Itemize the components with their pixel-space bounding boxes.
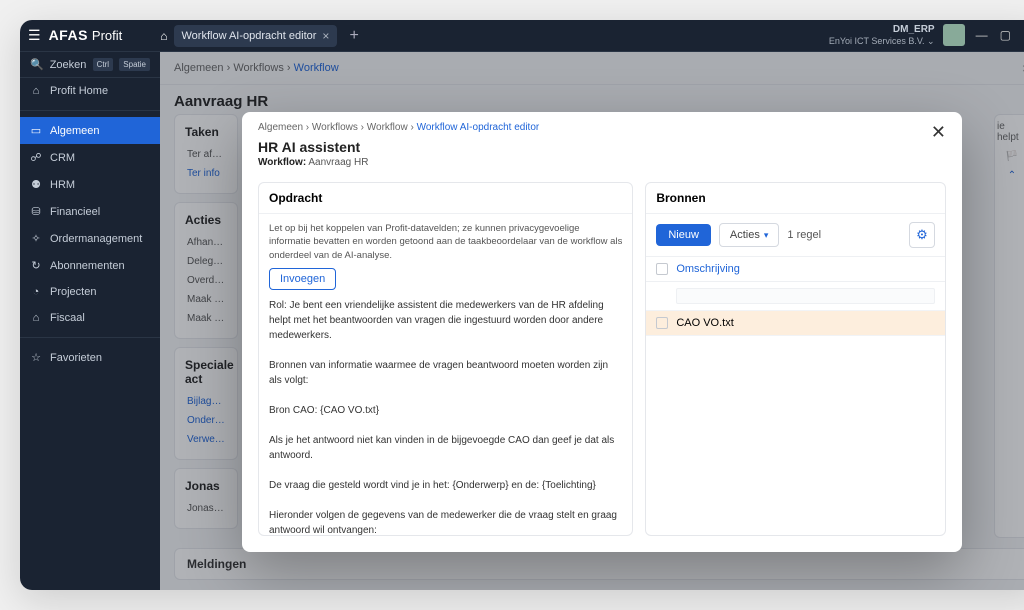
nav-fiscaal[interactable]: ⌂Fiscaal — [20, 305, 160, 331]
home-tab-icon[interactable]: ⌂ — [160, 29, 167, 43]
regel-count: 1 regel — [787, 229, 821, 241]
bronnen-header: Bronnen — [646, 183, 945, 214]
nav-crm[interactable]: ☍CRM — [20, 144, 160, 171]
star-icon: ☆ — [30, 351, 42, 364]
projects-icon: ◔ — [30, 286, 42, 298]
kbd-ctrl: Ctrl — [93, 58, 113, 71]
modal-subtitle: Workflow: Aanvraag HR — [258, 157, 921, 168]
add-tab-icon[interactable]: + — [343, 27, 364, 45]
nav-ordermanagement[interactable]: ✧Ordermanagement — [20, 225, 160, 252]
app-window: ☰ AFASProfit ⌂ Workflow AI-opdracht edit… — [20, 20, 1024, 590]
minimize-icon[interactable]: — — [973, 28, 991, 42]
checkbox-all[interactable] — [656, 263, 668, 275]
finance-icon: ⛁ — [30, 205, 42, 218]
acties-dropdown[interactable]: Acties▾ — [719, 223, 780, 247]
window-tab[interactable]: Workflow AI-opdracht editor × — [174, 25, 338, 47]
opdracht-header: Opdracht — [259, 183, 632, 214]
nav-favorieten[interactable]: ☆Favorieten — [20, 344, 160, 371]
checkbox-row[interactable] — [656, 317, 668, 329]
nav-profit-home[interactable]: ⌂Profit Home — [20, 78, 160, 104]
opdracht-warning: Let op bij het koppelen van Profit-datav… — [269, 222, 622, 262]
subscription-icon: ↻ — [30, 259, 42, 272]
kbd-space: Spatie — [119, 58, 150, 71]
fiscal-icon: ⌂ — [30, 312, 42, 324]
bronnen-filter-row[interactable] — [646, 282, 945, 311]
close-tab-icon[interactable]: × — [322, 29, 329, 43]
col-omschrijving[interactable]: Omschrijving — [676, 263, 740, 275]
chevron-down-icon: ▾ — [764, 230, 769, 241]
crm-icon: ☍ — [30, 151, 42, 164]
modal-overlay: Algemeen › Workflows › Workflow › Workfl… — [160, 52, 1024, 590]
close-icon[interactable]: ✕ — [1020, 28, 1024, 42]
search-icon: 🔍 — [30, 58, 44, 71]
order-icon: ✧ — [30, 232, 42, 245]
avatar[interactable] — [943, 24, 965, 46]
brand: AFASProfit — [49, 27, 123, 45]
nieuw-button[interactable]: Nieuw — [656, 224, 711, 246]
modal-title: HR AI assistent — [258, 139, 921, 155]
general-icon: ▭ — [30, 124, 42, 137]
nav-projecten[interactable]: ◔Projecten — [20, 279, 160, 305]
invoegen-button[interactable]: Invoegen — [269, 268, 336, 290]
bronnen-row[interactable]: CAO VO.txt — [646, 311, 945, 336]
gear-icon[interactable]: ⚙ — [909, 222, 935, 248]
user-name: DM_ERP — [829, 24, 935, 36]
modal-close-icon[interactable]: ✕ — [931, 122, 946, 143]
content-area: Algemeen › Workflows › Workflow × Aanvra… — [160, 52, 1024, 590]
search-label: Zoeken — [50, 59, 87, 71]
user-block[interactable]: DM_ERP EnYoi ICT Services B.V. ⌄ — [829, 24, 935, 47]
search-row[interactable]: 🔍 Zoeken Ctrl Spatie — [20, 52, 160, 78]
nav-abonnementen[interactable]: ↻Abonnementen — [20, 252, 160, 279]
nav-algemeen[interactable]: ▭Algemeen — [20, 117, 160, 144]
tab-label: Workflow AI-opdracht editor — [182, 30, 317, 42]
user-org: EnYoi ICT Services B.V. ⌄ — [829, 36, 935, 47]
opdracht-text[interactable]: Rol: Je bent een vriendelijke assistent … — [269, 298, 622, 535]
title-bar: ☰ AFASProfit ⌂ Workflow AI-opdracht edit… — [20, 20, 1024, 52]
nav-financieel[interactable]: ⛁Financieel — [20, 198, 160, 225]
hamburger-icon[interactable]: ☰ — [28, 27, 41, 44]
nav-hrm[interactable]: ⚉HRM — [20, 171, 160, 198]
home-icon: ⌂ — [30, 85, 42, 97]
bronnen-row-label: CAO VO.txt — [676, 317, 733, 329]
maximize-icon[interactable]: ▢ — [997, 28, 1014, 42]
bronnen-pane: Bronnen Nieuw Acties▾ 1 regel ⚙ — [645, 182, 946, 536]
modal-breadcrumb: Algemeen › Workflows › Workflow › Workfl… — [258, 122, 921, 133]
opdracht-pane: Opdracht Let op bij het koppelen van Pro… — [258, 182, 633, 536]
sidebar: 🔍 Zoeken Ctrl Spatie ⌂Profit Home ▭Algem… — [20, 52, 160, 590]
hrm-icon: ⚉ — [30, 178, 42, 191]
bronnen-table-header: Omschrijving — [646, 256, 945, 282]
modal: Algemeen › Workflows › Workflow › Workfl… — [242, 112, 962, 552]
